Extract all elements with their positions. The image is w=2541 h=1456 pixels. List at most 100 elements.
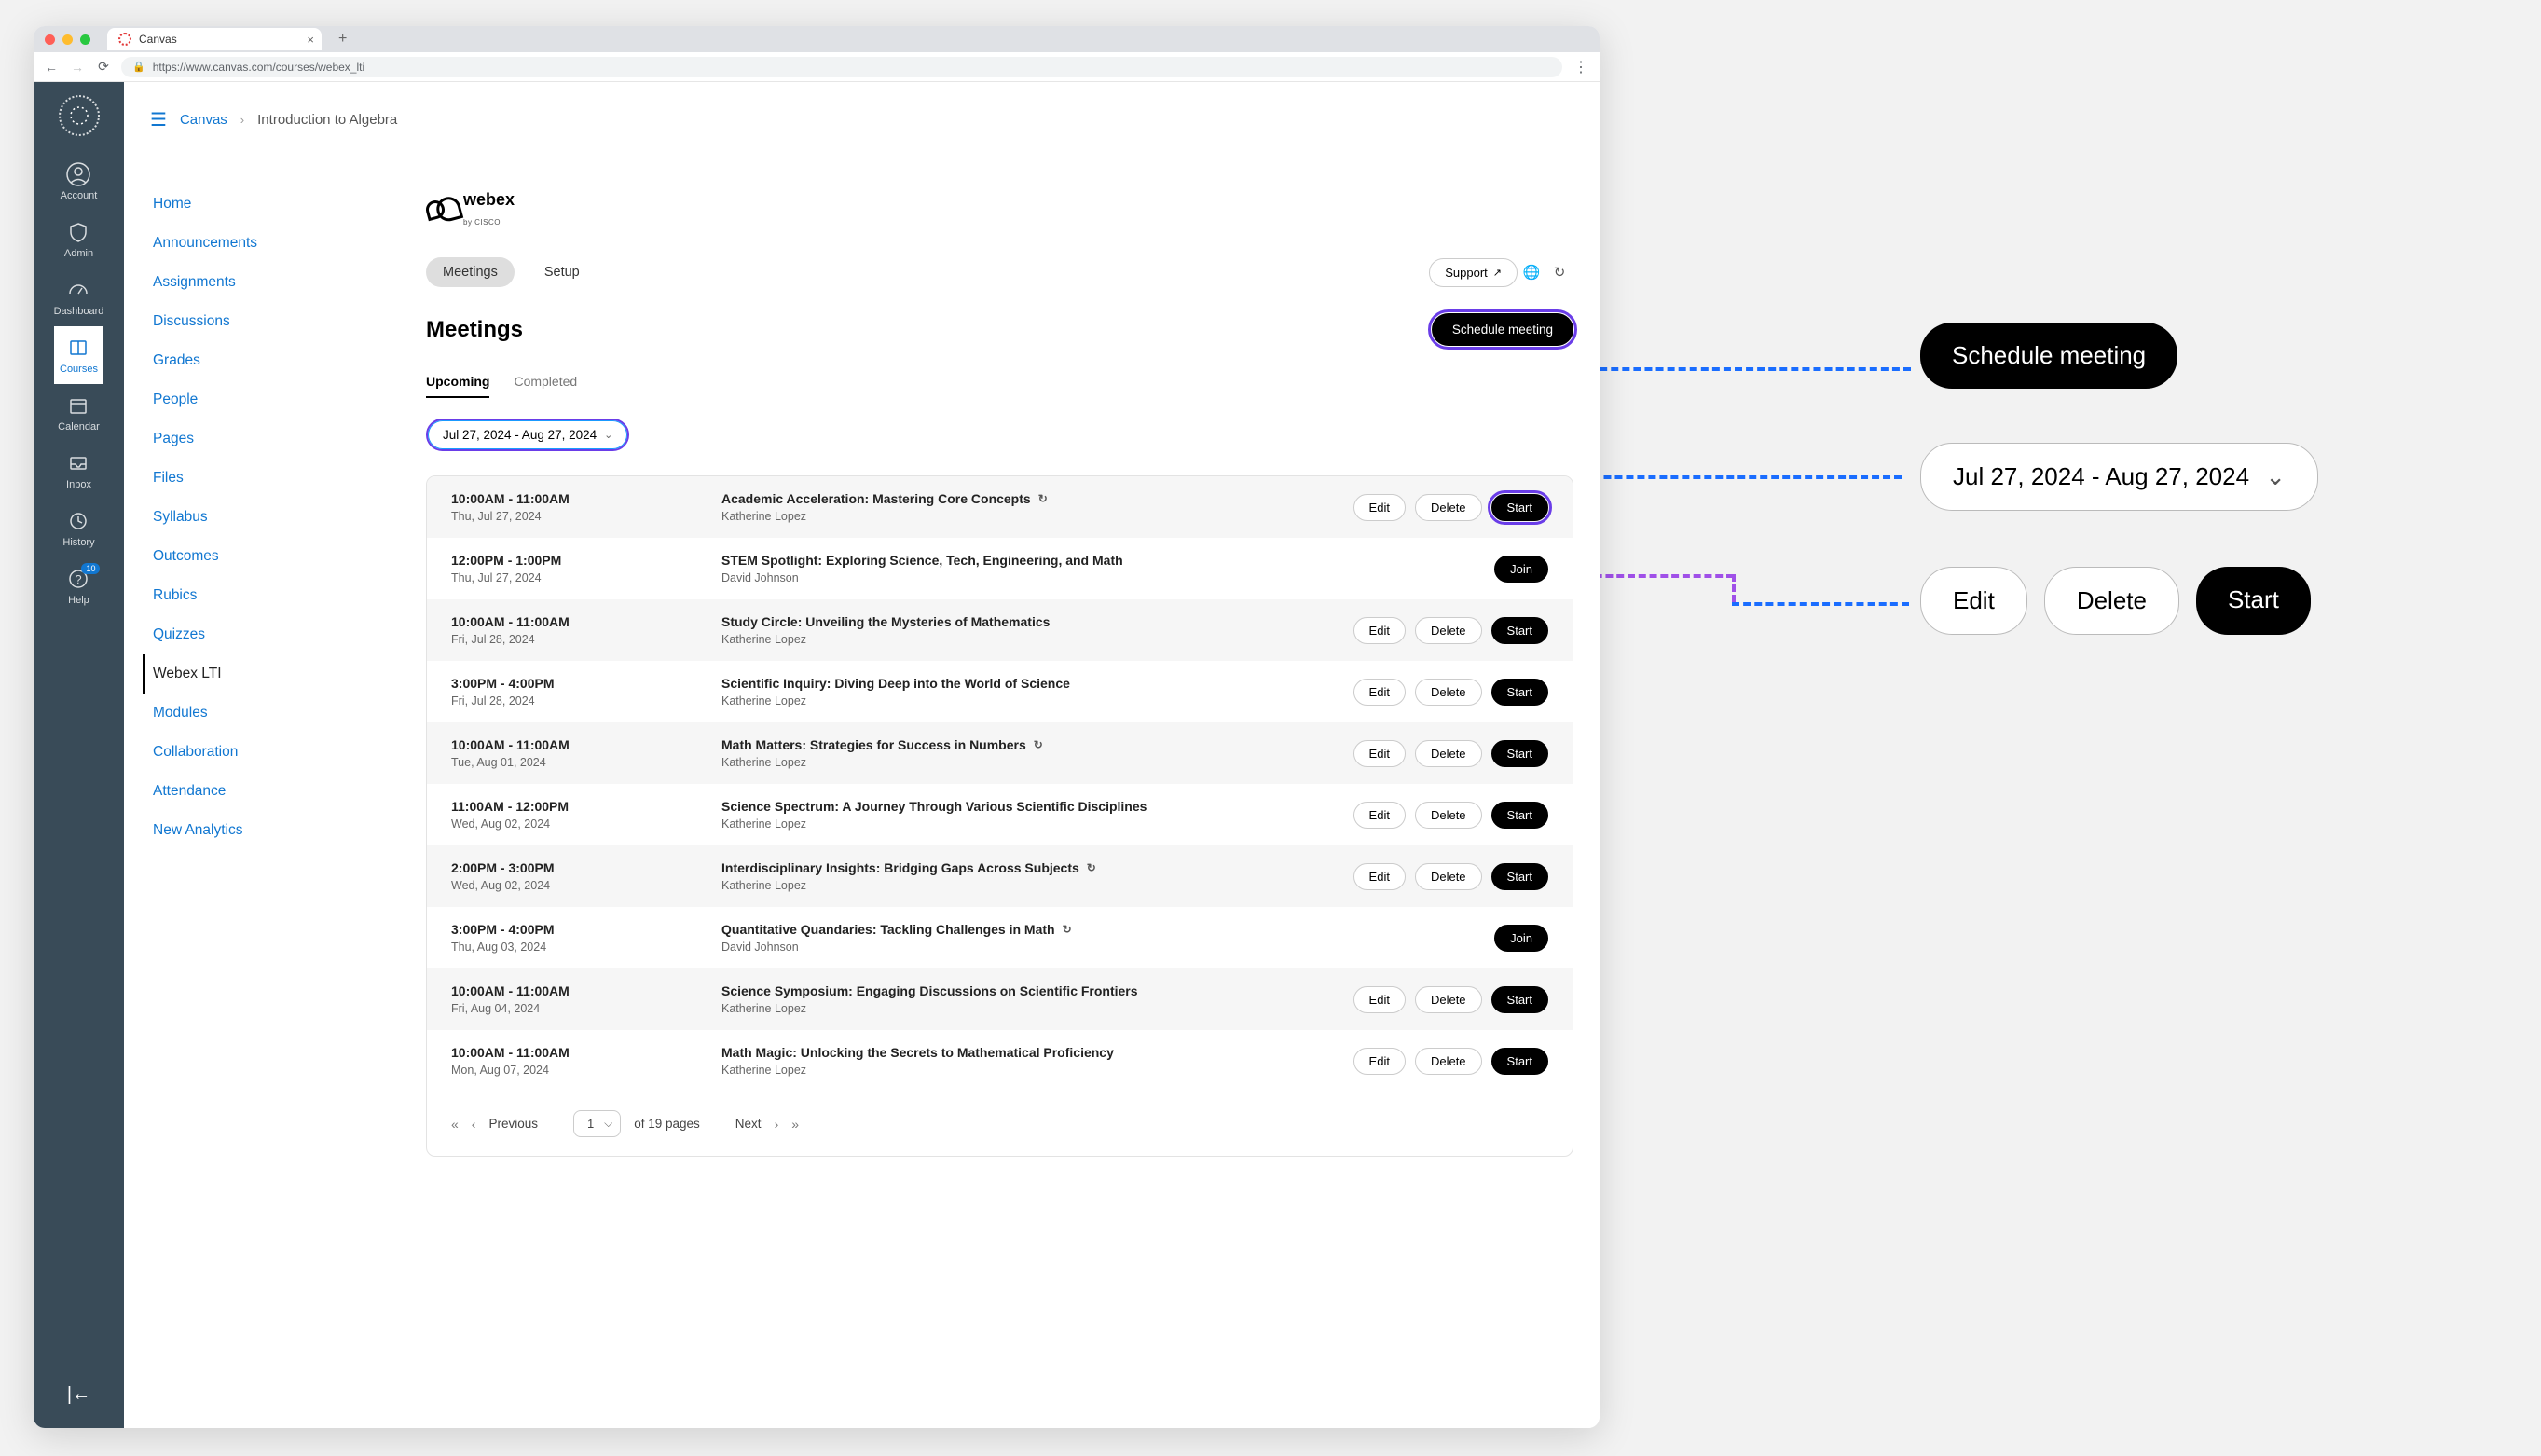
edit-button[interactable]: Edit xyxy=(1353,1048,1406,1075)
next-label[interactable]: Next xyxy=(735,1117,762,1131)
callout-date-range-text: Jul 27, 2024 - Aug 27, 2024 xyxy=(1953,462,2249,490)
edit-button[interactable]: Edit xyxy=(1353,617,1406,644)
minimize-window-icon[interactable] xyxy=(62,34,73,45)
delete-button[interactable]: Delete xyxy=(1415,617,1482,644)
webex-logo: webex by CISCO xyxy=(426,190,1573,229)
course-nav-rubics[interactable]: Rubics xyxy=(143,576,394,615)
schedule-meeting-button[interactable]: Schedule meeting xyxy=(1432,313,1573,346)
webex-area: webex by CISCO Meetings Setup Supp xyxy=(413,158,1600,1428)
course-nav-home[interactable]: Home xyxy=(143,185,394,224)
forward-icon[interactable]: → xyxy=(69,60,86,75)
delete-button[interactable]: Delete xyxy=(1415,1048,1482,1075)
course-nav-pages[interactable]: Pages xyxy=(143,419,394,459)
date-range-picker[interactable]: Jul 27, 2024 - Aug 27, 2024 ⌄ xyxy=(426,419,629,451)
badge-count: 10 xyxy=(81,563,100,574)
start-button[interactable]: Start xyxy=(1491,1048,1548,1075)
course-nav-assignments[interactable]: Assignments xyxy=(143,263,394,302)
delete-button[interactable]: Delete xyxy=(1415,802,1482,829)
help-icon: ?10 xyxy=(66,567,90,591)
course-nav-syllabus[interactable]: Syllabus xyxy=(143,498,394,537)
subtab-upcoming[interactable]: Upcoming xyxy=(426,374,489,398)
tab-setup[interactable]: Setup xyxy=(528,257,597,287)
delete-button[interactable]: Delete xyxy=(1415,740,1482,767)
edit-button[interactable]: Edit xyxy=(1353,679,1406,706)
address-bar[interactable]: 🔒 https://www.canvas.com/courses/webex_l… xyxy=(121,57,1562,77)
edit-button[interactable]: Edit xyxy=(1353,863,1406,890)
meeting-row: 10:00AM - 11:00AMThu, Jul 27, 2024Academ… xyxy=(427,476,1573,538)
start-button[interactable]: Start xyxy=(1491,863,1548,890)
first-page-icon[interactable]: « xyxy=(451,1117,459,1132)
delete-button[interactable]: Delete xyxy=(1415,494,1482,521)
course-menu-icon[interactable]: ☰ xyxy=(150,108,167,131)
browser-tab[interactable]: Canvas × xyxy=(107,28,322,50)
edit-button[interactable]: Edit xyxy=(1353,802,1406,829)
course-nav-announcements[interactable]: Announcements xyxy=(143,224,394,263)
start-button[interactable]: Start xyxy=(1491,986,1548,1013)
course-nav-collaboration[interactable]: Collaboration xyxy=(143,733,394,772)
next-page-icon[interactable]: › xyxy=(775,1117,779,1132)
callout-edit: Edit xyxy=(1920,567,2027,635)
meeting-host: David Johnson xyxy=(721,941,1494,954)
delete-button[interactable]: Delete xyxy=(1415,863,1482,890)
course-nav-discussions[interactable]: Discussions xyxy=(143,302,394,341)
meeting-actions: Edit Delete Start xyxy=(1353,1048,1548,1075)
rail-item-admin[interactable]: Admin xyxy=(54,211,104,268)
close-tab-icon[interactable]: × xyxy=(307,33,314,47)
delete-button[interactable]: Delete xyxy=(1415,679,1482,706)
window-controls[interactable] xyxy=(45,34,90,45)
meeting-subtabs: Upcoming Completed xyxy=(426,374,1573,398)
course-nav-people[interactable]: People xyxy=(143,380,394,419)
start-button[interactable]: Start xyxy=(1491,802,1548,829)
prev-page-icon[interactable]: ‹ xyxy=(472,1117,476,1132)
meeting-title-col: Scientific Inquiry: Diving Deep into the… xyxy=(721,676,1353,707)
rail-item-inbox[interactable]: Inbox xyxy=(54,442,104,500)
rail-item-history[interactable]: History xyxy=(54,500,104,557)
course-nav-attendance[interactable]: Attendance xyxy=(143,772,394,811)
rail-item-courses[interactable]: Courses xyxy=(54,326,104,384)
globe-icon[interactable]: 🌐 xyxy=(1518,258,1545,286)
recurring-icon: ↻ xyxy=(1034,738,1043,751)
start-button[interactable]: Start xyxy=(1491,740,1548,767)
course-nav-outcomes[interactable]: Outcomes xyxy=(143,537,394,576)
course-nav-modules[interactable]: Modules xyxy=(143,694,394,733)
subtab-completed[interactable]: Completed xyxy=(514,374,577,398)
start-button[interactable]: Start xyxy=(1491,679,1548,706)
tab-title: Canvas xyxy=(139,33,177,46)
delete-button[interactable]: Delete xyxy=(1415,986,1482,1013)
back-icon[interactable]: ← xyxy=(43,60,60,75)
page-select[interactable]: 1 xyxy=(573,1110,621,1137)
lock-icon: 🔒 xyxy=(132,61,145,73)
meeting-host: Katherine Lopez xyxy=(721,1002,1353,1015)
meeting-host: Katherine Lopez xyxy=(721,694,1353,707)
course-nav-files[interactable]: Files xyxy=(143,459,394,498)
rail-item-calendar[interactable]: Calendar xyxy=(54,384,104,442)
start-button[interactable]: Start xyxy=(1491,494,1548,521)
reload-icon[interactable]: ⟳ xyxy=(95,59,112,75)
edit-button[interactable]: Edit xyxy=(1353,494,1406,521)
meeting-time: 10:00AM - 11:00AM xyxy=(451,614,721,629)
close-window-icon[interactable] xyxy=(45,34,55,45)
edit-button[interactable]: Edit xyxy=(1353,740,1406,767)
sync-icon[interactable]: ↻ xyxy=(1545,258,1573,286)
course-nav-new-analytics[interactable]: New Analytics xyxy=(143,811,394,850)
breadcrumb-root[interactable]: Canvas xyxy=(180,112,227,128)
maximize-window-icon[interactable] xyxy=(80,34,90,45)
previous-label[interactable]: Previous xyxy=(488,1117,538,1131)
join-button[interactable]: Join xyxy=(1494,925,1548,952)
canvas-logo[interactable] xyxy=(59,95,100,136)
course-nav-grades[interactable]: Grades xyxy=(143,341,394,380)
last-page-icon[interactable]: » xyxy=(791,1117,799,1132)
rail-item-dashboard[interactable]: Dashboard xyxy=(54,268,104,326)
start-button[interactable]: Start xyxy=(1491,617,1548,644)
tab-meetings[interactable]: Meetings xyxy=(426,257,515,287)
new-tab-button[interactable]: + xyxy=(329,31,356,48)
edit-button[interactable]: Edit xyxy=(1353,986,1406,1013)
collapse-nav-icon[interactable]: |← xyxy=(67,1384,90,1406)
course-nav-quizzes[interactable]: Quizzes xyxy=(143,615,394,654)
join-button[interactable]: Join xyxy=(1494,556,1548,583)
rail-item-account[interactable]: Account xyxy=(54,153,104,211)
support-button[interactable]: Support ↗ xyxy=(1429,258,1518,287)
course-nav-webex-lti[interactable]: Webex LTI xyxy=(143,654,394,694)
rail-item-help[interactable]: ?10Help xyxy=(54,557,104,615)
browser-menu-icon[interactable]: ⋮ xyxy=(1572,58,1590,76)
